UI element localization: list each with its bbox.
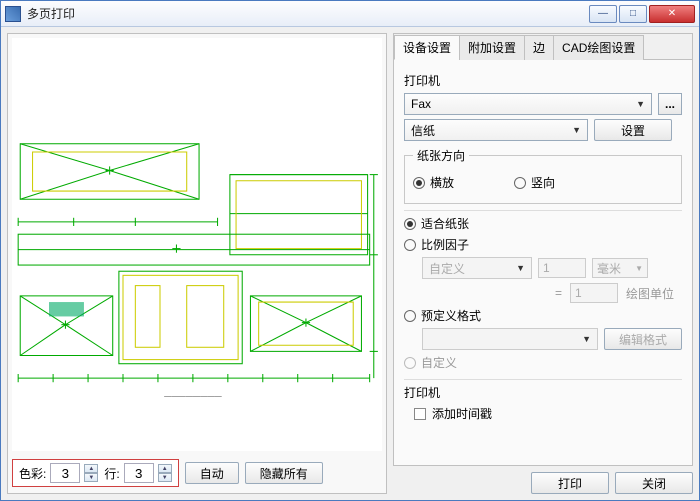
paper-combo-value: 信纸 (411, 122, 435, 139)
color-label: 色彩: (19, 465, 46, 482)
row-label: 行: (104, 465, 119, 482)
radio-icon (404, 239, 416, 251)
printer-combo-value: Fax (411, 97, 431, 111)
color-spinner: 色彩: ▲ ▼ (19, 463, 98, 483)
tabs-frame: 设备设置 附加设置 边 CAD绘图设置 打印机 Fax ▼ ... (393, 33, 693, 466)
drawing-canvas[interactable]: ———————— (12, 38, 382, 451)
timestamp-checkbox[interactable] (414, 408, 426, 420)
fit-paper-radio[interactable]: 适合纸张 (404, 215, 469, 232)
print-button[interactable]: 打印 (531, 472, 609, 494)
predef-format-label: 预定义格式 (421, 307, 481, 324)
radio-icon (514, 177, 526, 189)
printer-more-button[interactable]: ... (658, 93, 682, 115)
chevron-down-icon: ▼ (582, 334, 591, 344)
custom-radio-label: 自定义 (421, 354, 457, 371)
scale-factor-radio[interactable]: 比例因子 (404, 236, 469, 253)
printer-group2-label: 打印机 (404, 384, 682, 401)
tab-extra[interactable]: 附加设置 (459, 35, 525, 60)
printer-label: 打印机 (404, 72, 682, 89)
row-input[interactable] (124, 463, 154, 483)
scale-factor-label: 比例因子 (421, 236, 469, 253)
minimize-button[interactable]: — (589, 5, 617, 23)
orient-vertical-label: 竖向 (531, 174, 555, 191)
scale-unit-value: 毫米 (597, 260, 621, 277)
radio-icon (404, 310, 416, 322)
custom-radio: 自定义 (404, 354, 457, 371)
predef-format-radio[interactable]: 预定义格式 (404, 307, 481, 324)
color-spin-buttons: ▲ ▼ (84, 464, 98, 482)
predef-format-combo: ▼ (422, 328, 598, 350)
chevron-down-icon: ▼ (636, 99, 645, 109)
window-title: 多页打印 (27, 5, 587, 22)
radio-icon (413, 177, 425, 189)
fit-paper-label: 适合纸张 (421, 215, 469, 232)
footer: 打印 关闭 (393, 466, 693, 494)
paper-settings-button[interactable]: 设置 (594, 119, 672, 141)
hide-all-button[interactable]: 隐藏所有 (245, 462, 323, 484)
window: 多页打印 — □ ✕ (0, 0, 700, 501)
row-spinner: 行: ▲ ▼ (104, 463, 171, 483)
timestamp-label: 添加时间戳 (432, 405, 492, 422)
maximize-button[interactable]: □ (619, 5, 647, 23)
orientation-group: 纸张方向 横放 竖向 (404, 147, 682, 204)
radio-icon (404, 357, 416, 369)
orient-horizontal-label: 横放 (430, 174, 454, 191)
scale-eq: = (555, 286, 562, 300)
scale-num2: 1 (570, 283, 618, 303)
color-down-button[interactable]: ▼ (84, 473, 98, 482)
orientation-legend: 纸张方向 (413, 147, 469, 164)
body: ———————— 色彩: ▲ ▼ 行: (1, 27, 699, 500)
color-input[interactable] (50, 463, 80, 483)
window-buttons: — □ ✕ (587, 5, 695, 23)
row-spin-buttons: ▲ ▼ (158, 464, 172, 482)
chevron-down-icon: ▼ (635, 264, 643, 273)
settings-pane: 设备设置 附加设置 边 CAD绘图设置 打印机 Fax ▼ ... (393, 33, 693, 494)
scale-combo: 自定义 ▼ (422, 257, 532, 279)
orient-vertical-radio[interactable]: 竖向 (514, 174, 555, 191)
scale-unit2-label: 绘图单位 (626, 285, 682, 302)
svg-text:————————: ———————— (164, 392, 222, 401)
tab-body: 打印机 Fax ▼ ... 信纸 ▼ 设置 (394, 60, 692, 465)
tab-cad[interactable]: CAD绘图设置 (553, 35, 644, 60)
radio-icon (404, 218, 416, 230)
printer-combo[interactable]: Fax ▼ (404, 93, 652, 115)
scale-unit-combo: 毫米 ▼ (592, 258, 648, 278)
titlebar: 多页打印 — □ ✕ (1, 1, 699, 27)
row-down-button[interactable]: ▼ (158, 473, 172, 482)
chevron-down-icon: ▼ (572, 125, 581, 135)
grid-spinner-group: 色彩: ▲ ▼ 行: ▲ ▼ (12, 459, 179, 487)
tab-device[interactable]: 设备设置 (394, 35, 460, 60)
edit-format-button: 编辑格式 (604, 328, 682, 350)
chevron-down-icon: ▼ (516, 263, 525, 273)
close-button[interactable]: ✕ (649, 5, 695, 23)
tabs: 设备设置 附加设置 边 CAD绘图设置 (394, 34, 692, 60)
row-up-button[interactable]: ▲ (158, 464, 172, 473)
orient-horizontal-radio[interactable]: 横放 (413, 174, 454, 191)
cad-drawing: ———————— (12, 38, 382, 451)
auto-button[interactable]: 自动 (185, 462, 239, 484)
scale-combo-value: 自定义 (429, 260, 465, 277)
scale-num1: 1 (538, 258, 586, 278)
preview-pane: ———————— 色彩: ▲ ▼ 行: (7, 33, 387, 494)
color-up-button[interactable]: ▲ (84, 464, 98, 473)
close-dialog-button[interactable]: 关闭 (615, 472, 693, 494)
paper-combo[interactable]: 信纸 ▼ (404, 119, 588, 141)
preview-controls: 色彩: ▲ ▼ 行: ▲ ▼ (12, 457, 382, 489)
tab-edges[interactable]: 边 (524, 35, 554, 60)
app-icon (5, 6, 21, 22)
